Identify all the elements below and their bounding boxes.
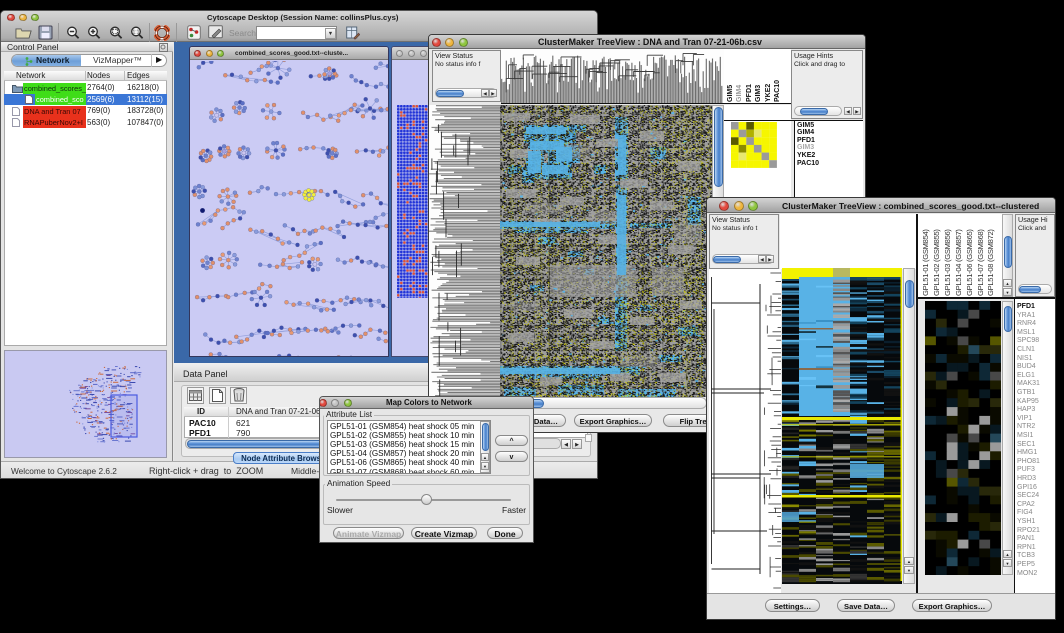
svg-text:1:1: 1:1 [133, 30, 140, 36]
